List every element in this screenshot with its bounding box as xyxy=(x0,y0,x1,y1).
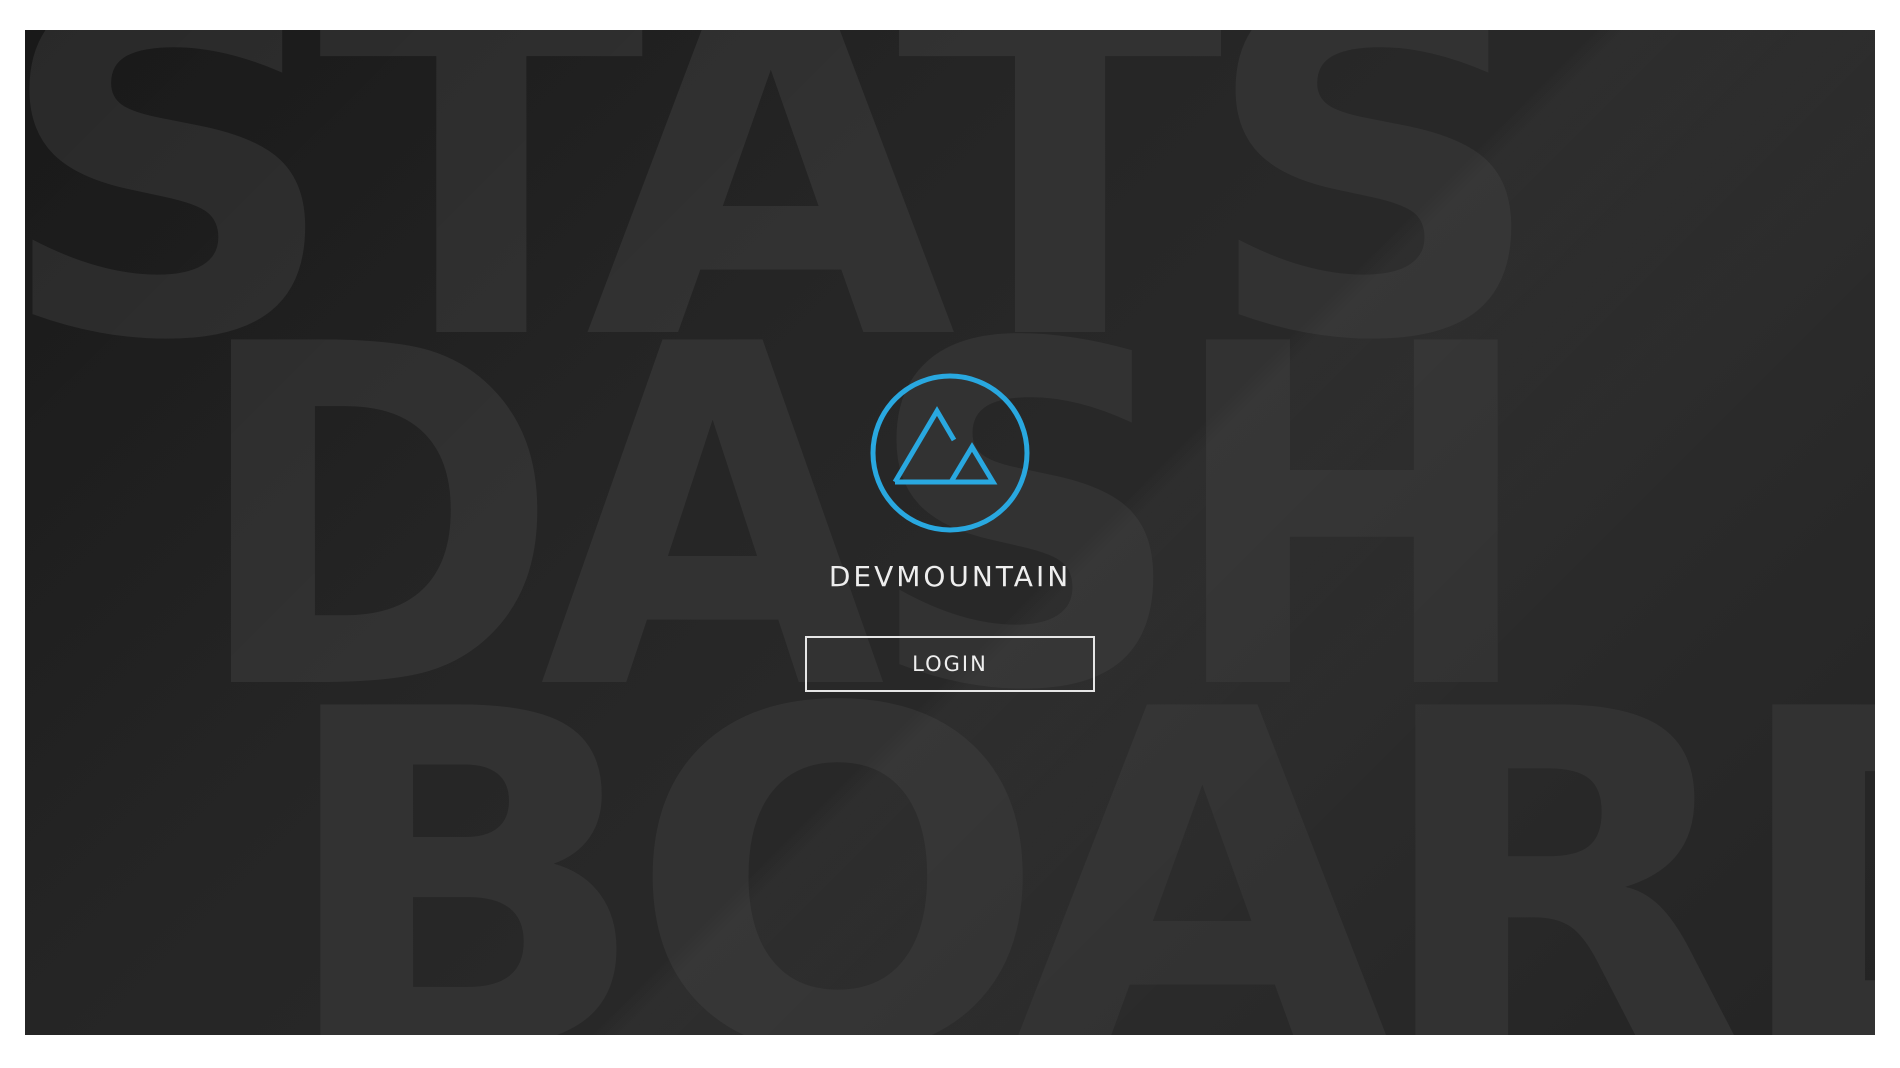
login-button[interactable]: LOGIN xyxy=(805,636,1095,692)
brand-name: DEVMOUNTAIN xyxy=(828,560,1072,593)
mountain-circle-icon xyxy=(870,373,1030,533)
login-screen: STATS DASH BOARD DEVMOUNTAIN LOGIN xyxy=(25,30,1875,1035)
login-panel: DEVMOUNTAIN LOGIN xyxy=(25,30,1875,1035)
